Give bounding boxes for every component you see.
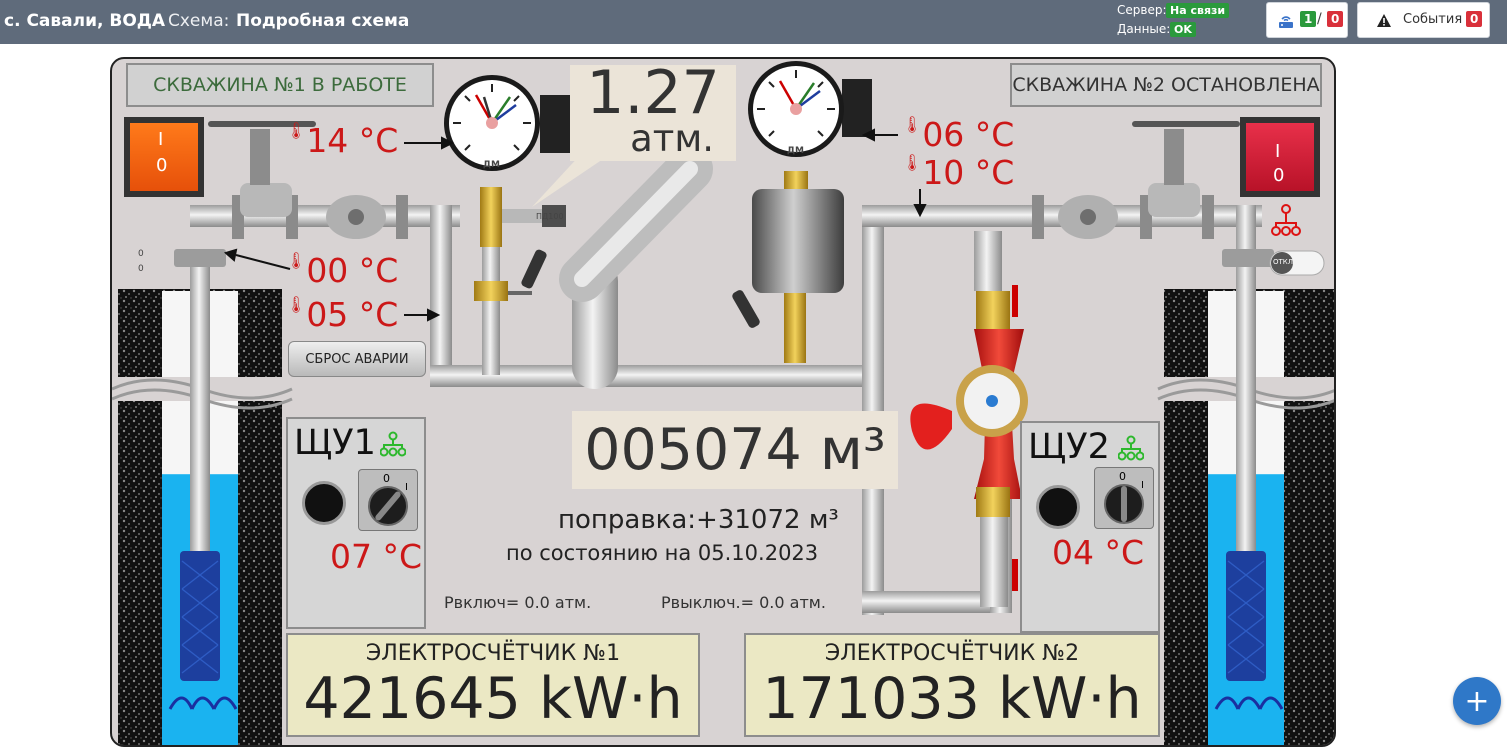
network-icon	[1279, 16, 1293, 28]
pressure-gauge-2	[732, 61, 872, 363]
thermometer-icon: 🌡	[286, 251, 307, 270]
network-ok-count: 1	[1300, 11, 1317, 27]
panel1-knob-zero: 0	[383, 472, 390, 485]
well1-switch-on-label: I	[158, 129, 164, 150]
thermometer-icon: 🌡	[902, 153, 923, 172]
volume-correction: поправка:+31072 м³	[558, 505, 839, 535]
panel2-title: ЩУ2	[1028, 427, 1110, 467]
server-label: Сервер:	[1117, 3, 1167, 17]
network-tree-icon-panel2	[1118, 435, 1144, 461]
panel1-temp: 07 °C	[330, 537, 423, 576]
events-label: События	[1403, 12, 1463, 27]
well1-pump	[180, 551, 220, 681]
electric-meter-1-value: 421645 kW·h	[303, 666, 683, 732]
panel2-indicator-lamp	[1036, 485, 1080, 529]
thermometer-icon: 🌡	[286, 295, 307, 314]
data-status-badge: OK	[1170, 22, 1196, 37]
pressure-off-setpoint: Рвыключ.= 0.0 атм.	[661, 593, 826, 612]
well2-switch-off-label: 0	[1273, 165, 1285, 186]
data-label: Данные:	[1117, 22, 1171, 36]
panel2-knob-one: I	[1141, 480, 1144, 491]
schema-selector[interactable]: Подробная схема	[236, 11, 409, 31]
panel1-mode-knob[interactable]: 0 I	[358, 469, 418, 531]
pressure-sensor-label: ПД100	[536, 212, 564, 221]
well2-shaft	[1157, 259, 1334, 745]
well1-counter-a: 0	[138, 249, 144, 259]
electric-meter-2: ЭЛЕКТРОСЧЁТЧИК №2 171033 kW·h	[744, 633, 1160, 737]
reset-alarm-button[interactable]: СБРОС АВАРИИ	[288, 341, 426, 377]
gauge1-label: ДМ	[483, 160, 500, 170]
temp-well2-pipe: 🌡10 °C	[902, 153, 1015, 192]
electric-meter-2-value: 171033 kW·h	[762, 666, 1142, 732]
panel2-knob-zero: 0	[1119, 470, 1126, 483]
network-separator: /	[1317, 11, 1322, 27]
network-tree-icon-panel1	[380, 431, 406, 457]
well2-switch-on-label: I	[1275, 141, 1281, 162]
thermometer-icon: 🌡	[286, 121, 307, 140]
temp-well1-gauge: 🌡14 °C	[286, 121, 399, 160]
electric-meter-2-title: ЭЛЕКТРОСЧЁТЧИК №2	[824, 641, 1080, 666]
temp-well1-valve: 🌡00 °C	[286, 251, 399, 290]
network-fail-count: 0	[1327, 11, 1344, 27]
well2-pump	[1226, 551, 1266, 681]
schema-label: Схема:	[168, 11, 230, 31]
scheme-canvas: СКВАЖИНА №1 В РАБОТЕ СКВАЖИНА №2 ОСТАНОВ…	[110, 57, 1336, 747]
events-count: 0	[1466, 11, 1483, 27]
gauge2-label: ДМ	[787, 146, 804, 156]
well2-status: СКВАЖИНА №2 ОСТАНОВЛЕНА	[1010, 63, 1322, 107]
well1-status: СКВАЖИНА №1 В РАБОТЕ	[126, 63, 434, 107]
events-button[interactable]: События 0	[1357, 2, 1490, 38]
top-bar: с. Савали, ВОДА Схема: Подробная схема С…	[0, 0, 1507, 44]
well1-switch-off-label: 0	[156, 155, 168, 176]
panel1-indicator-lamp	[302, 481, 346, 525]
electric-meter-1-title: ЭЛЕКТРОСЧЁТЧИК №1	[365, 641, 621, 666]
data-status: Данные: OK	[1117, 22, 1196, 37]
correction-date: по состоянию на 05.10.2023	[506, 541, 819, 565]
add-fab-button[interactable]: +	[1453, 677, 1501, 725]
pressure-callout-pointer	[532, 153, 612, 207]
control-panel-2: ЩУ2 0 I 04 °C	[1020, 421, 1160, 633]
server-status-badge: На связи	[1166, 3, 1230, 18]
server-status: Сервер: На связи	[1117, 3, 1230, 18]
temp-well2-gauge: 🌡06 °C	[902, 115, 1015, 154]
location-title: с. Савали, ВОДА	[4, 11, 166, 31]
network-status-button[interactable]: 1 / 0	[1266, 2, 1348, 38]
pressure-on-setpoint: Рвключ= 0.0 атм.	[444, 593, 592, 612]
pressure-readout: 1.27 атм.	[570, 63, 736, 161]
warning-icon	[1377, 14, 1391, 27]
electric-meter-1: ЭЛЕКТРОСЧЁТЧИК №1 421645 kW·h	[286, 633, 700, 737]
panel1-knob-one: I	[405, 482, 408, 493]
panel2-temp: 04 °C	[1052, 533, 1145, 572]
well1-counter-b: 0	[138, 264, 144, 274]
panel2-mode-knob[interactable]: 0 I	[1094, 467, 1154, 529]
water-volume-readout: 005074 м³	[572, 411, 898, 489]
network-tree-icon-well2	[1271, 204, 1301, 236]
panel1-title: ЩУ1	[294, 423, 376, 463]
well2-toggle-label: ОТКЛ	[1273, 258, 1294, 266]
well1-shaft	[112, 259, 293, 745]
control-panel-1: ЩУ1 0 I 07 °C	[286, 417, 426, 629]
thermometer-icon: 🌡	[902, 115, 923, 134]
temp-well1-pipe: 🌡05 °C	[286, 295, 399, 334]
